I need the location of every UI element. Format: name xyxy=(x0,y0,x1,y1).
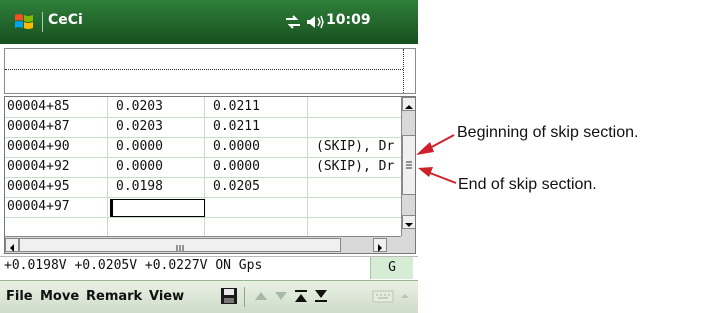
menu-file[interactable]: File xyxy=(6,289,33,304)
table-row[interactable]: 00004+87 0.0203 0.0211 xyxy=(5,117,401,138)
station-cell[interactable] xyxy=(5,217,108,237)
menu-remark[interactable]: Remark xyxy=(86,289,142,304)
scrollbar-corner xyxy=(401,236,415,253)
remark-cell[interactable] xyxy=(308,217,401,237)
scroll-left-button[interactable] xyxy=(5,238,19,252)
station-cell[interactable]: 00004+90 xyxy=(5,137,108,157)
down-arrow-icon xyxy=(405,223,413,227)
table-row[interactable]: 00004+85 0.0203 0.0211 xyxy=(5,97,401,118)
app-title: CeCi xyxy=(48,12,83,28)
voltage-readout: +0.0198V +0.0205V +0.0227V ON Gps xyxy=(4,258,263,273)
table-row[interactable]: 00004+90 0.0000 0.0000 (SKIP), Dr xyxy=(5,137,401,158)
right-arrow-icon xyxy=(378,244,382,252)
menu-move[interactable]: Move xyxy=(40,289,79,304)
input-baseline xyxy=(5,69,403,70)
remark-cell[interactable] xyxy=(308,177,401,197)
value2-cell[interactable]: 0.0211 xyxy=(205,97,308,117)
scroll-up-button[interactable] xyxy=(402,97,415,111)
left-arrow-icon xyxy=(10,244,14,252)
data-grid: 00004+85 0.0203 0.0211 00004+87 0.0203 0… xyxy=(4,96,416,254)
vertical-scrollbar[interactable] xyxy=(401,97,415,236)
title-bar: CeCi 10:09 xyxy=(0,0,418,44)
station-cell[interactable]: 00004+92 xyxy=(5,157,108,177)
gps-indicator[interactable]: G xyxy=(370,257,413,279)
table-row[interactable]: 00004+92 0.0000 0.0000 (SKIP), Dr xyxy=(5,157,401,178)
windows-flag-icon[interactable] xyxy=(14,12,34,32)
value1-cell[interactable]: 0.0000 xyxy=(108,157,205,177)
down-triangle-icon[interactable] xyxy=(272,287,290,305)
value1-cell[interactable]: 0.0203 xyxy=(108,117,205,137)
value2-cell[interactable]: 0.0000 xyxy=(205,137,308,157)
value2-cell[interactable]: 0.0205 xyxy=(205,177,308,197)
arrow-end-icon xyxy=(418,167,457,184)
menu-view[interactable]: View xyxy=(149,289,184,304)
table-row[interactable]: 00004+95 0.0198 0.0205 xyxy=(5,177,401,198)
jump-bottom-icon[interactable] xyxy=(312,287,330,305)
station-cell[interactable]: 00004+95 xyxy=(5,177,108,197)
value1-cell[interactable] xyxy=(108,217,205,237)
remark-cell[interactable] xyxy=(308,117,401,137)
floppy-disk-icon[interactable] xyxy=(220,287,238,305)
grip-icon xyxy=(406,161,412,169)
annotation-begin-skip: Beginning of skip section. xyxy=(457,124,639,141)
scroll-right-button[interactable] xyxy=(373,238,387,252)
remark-cell[interactable] xyxy=(308,197,401,217)
status-bar: +0.0198V +0.0205V +0.0227V ON Gps G xyxy=(0,256,418,279)
value2-cell[interactable] xyxy=(205,197,308,217)
input-margin-line xyxy=(403,49,404,93)
remark-cell[interactable]: (SKIP), Dr xyxy=(308,157,401,177)
remark-input-area[interactable] xyxy=(4,48,416,94)
value1-cell[interactable]: 0.0198 xyxy=(108,177,205,197)
value1-cell[interactable]: 0.0203 xyxy=(108,97,205,117)
value2-cell[interactable]: 0.0211 xyxy=(205,117,308,137)
horizontal-scrollbar[interactable] xyxy=(5,236,401,253)
table-row[interactable] xyxy=(5,217,401,238)
horizontal-scroll-thumb[interactable] xyxy=(19,238,341,252)
keyboard-toggle-arrow-icon[interactable] xyxy=(398,287,412,305)
arrow-begin-icon xyxy=(416,134,455,155)
menu-bar: File Move Remark View xyxy=(0,280,418,313)
remark-cell[interactable]: (SKIP), Dr xyxy=(308,137,401,157)
toolbar-separator xyxy=(244,287,245,307)
volume-icon[interactable] xyxy=(306,14,324,30)
active-edit-cell[interactable] xyxy=(110,199,205,217)
up-triangle-icon[interactable] xyxy=(252,287,270,305)
up-arrow-icon xyxy=(405,105,413,109)
station-cell[interactable]: 00004+87 xyxy=(5,117,108,137)
grip-icon xyxy=(176,245,184,251)
jump-top-icon[interactable] xyxy=(292,287,310,305)
clock[interactable]: 10:09 xyxy=(326,12,371,28)
connectivity-icon[interactable] xyxy=(284,14,302,30)
value1-cell[interactable]: 0.0000 xyxy=(108,137,205,157)
keyboard-icon[interactable] xyxy=(372,287,394,305)
station-cell[interactable]: 00004+97 xyxy=(5,197,108,217)
remark-cell[interactable] xyxy=(308,97,401,117)
station-cell[interactable]: 00004+85 xyxy=(5,97,108,117)
scroll-down-button[interactable] xyxy=(402,215,415,229)
vertical-scroll-thumb[interactable] xyxy=(402,135,415,195)
title-separator xyxy=(42,12,43,32)
device-screen: CeCi 10:09 00004+85 0.0203 0.0211 00004+… xyxy=(0,0,418,313)
annotation-end-skip: End of skip section. xyxy=(458,176,597,193)
value2-cell[interactable]: 0.0000 xyxy=(205,157,308,177)
value2-cell[interactable] xyxy=(205,217,308,237)
